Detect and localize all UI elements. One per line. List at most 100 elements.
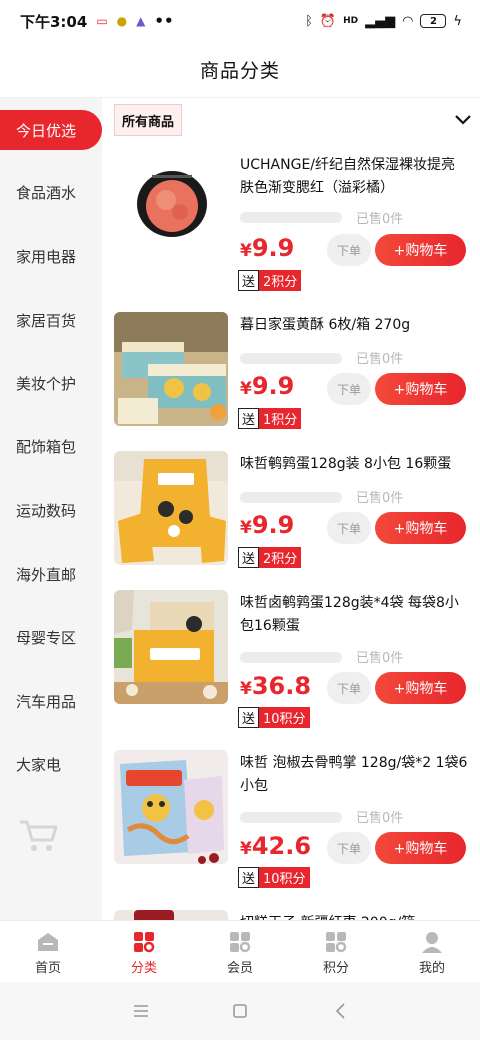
product-image [114,750,228,864]
home-icon [38,932,58,951]
nav-profile[interactable]: 我的 [384,921,480,983]
product-title: 切糕王子 新疆红枣 200g/箱 [240,912,468,920]
home-square-icon[interactable] [229,1000,251,1022]
price-value: 42.6 [251,832,312,860]
order-button[interactable]: 下单 [327,234,371,266]
price-value: 9.9 [251,234,295,262]
sidebar-item-auto[interactable]: 汽车用品 [0,669,102,733]
product-list: UCHANGE/纤纪自然保湿裸妆提亮肤色渐变腮红（溢彩橘） 已售0件 ¥9.9 … [102,148,480,920]
product-image [114,910,228,920]
points-prefix: 送 [238,867,260,888]
add-to-cart-button[interactable]: +购物车 [375,832,466,864]
points-badge: 送 10积分 [238,707,310,728]
product-card[interactable]: UCHANGE/纤纪自然保湿裸妆提亮肤色渐变腮红（溢彩橘） 已售0件 ¥9.9 … [102,148,480,308]
page-header: 商品分类 [0,42,480,98]
network-label: HD [343,16,359,26]
nav-points-label: 积分 [322,960,349,976]
product-title: UCHANGE/纤纪自然保湿裸妆提亮肤色渐变腮红（溢彩橘） [240,157,456,196]
price-currency: ¥ [240,518,252,538]
sold-count: 已售0件 [356,811,404,826]
back-icon[interactable] [330,1000,352,1022]
price-value: 9.9 [251,372,295,400]
filter-all-products[interactable]: 所有商品 [114,104,183,136]
system-nav-bar [0,982,480,1040]
product-title: 味哲卤鹌鹑蛋128g装*4袋 每袋8小包16颗蛋 [240,595,459,634]
add-to-cart-button[interactable]: +购物车 [375,512,466,544]
sold-progress [240,212,342,223]
add-to-cart-button[interactable]: +购物车 [375,373,466,405]
alarm-icon: ⏰ [319,13,337,29]
points-icon [326,931,347,952]
sold-count: 已售0件 [356,212,404,227]
profile-icon [422,931,442,953]
notification-icon: ▭ [96,14,108,28]
sidebar-item-home[interactable]: 家居百货 [0,288,102,352]
order-button[interactable]: 下单 [327,832,371,864]
sidebar-item-overseas[interactable]: 海外直邮 [0,542,102,606]
product-card[interactable]: 味哲鹌鹑蛋128g装 8小包 16颗蛋 已售0件 ¥9.9 下单 +购物车 送2… [102,449,480,609]
sidebar-item-accessories[interactable]: 配饰箱包 [0,414,102,478]
status-bar: 下午3:04 ▭ ● ▲ •• ᛒ ⏰ HD ▂▄▆ ◠ 2 ϟ [0,0,480,42]
product-price: ¥36.8 [240,672,311,700]
price-value: 36.8 [251,672,312,700]
points-value: 10积分 [259,707,310,728]
product-title: 味哲鹌鹑蛋128g装 8小包 16颗蛋 [240,456,452,472]
nav-home[interactable]: 首页 [0,921,96,983]
add-to-cart-button[interactable]: +购物车 [375,672,466,704]
sold-count: 已售0件 [356,491,404,506]
chevron-down-icon[interactable] [452,110,474,128]
more-dots-icon: •• [154,12,174,30]
sidebar-item-large-appliances[interactable]: 大家电 [0,732,102,796]
sidebar-item-food[interactable]: 食品酒水 [0,160,102,224]
sidebar-item-sports[interactable]: 运动数码 [0,478,102,542]
nav-profile-label: 我的 [418,960,445,976]
sidebar-item-appliances[interactable]: 家用电器 [0,224,102,288]
sold-progress [240,652,342,663]
cart-icon[interactable] [18,818,58,854]
order-button[interactable]: 下单 [327,512,371,544]
sold-progress [240,353,342,364]
wifi-icon: ◠ [402,13,414,29]
sidebar-item-beauty[interactable]: 美妆个护 [0,351,102,415]
product-image [114,148,228,250]
order-button[interactable]: 下单 [327,373,371,405]
menu-icon[interactable] [130,1000,152,1022]
points-value: 1积分 [259,408,302,429]
product-card[interactable]: 暮日家蛋黄酥 6枚/箱 270g 已售0件 ¥9.9 下单 +购物车 送 1积分 [102,310,480,470]
signal-icon: ▂▄▆ [365,13,396,29]
product-title: 暮日家蛋黄酥 6枚/箱 270g [240,317,411,333]
points-value: 2积分 [259,270,302,291]
product-price: ¥9.9 [240,511,294,539]
price-currency: ¥ [240,679,252,699]
sidebar-item-baby[interactable]: 母婴专区 [0,605,102,669]
points-badge: 送 2积分 [238,270,302,291]
bluetooth-icon: ᛒ [305,13,313,29]
nav-member-label: 会员 [226,960,253,976]
points-badge: 送 2积分 [238,547,302,568]
alert-icon: ▲ [136,14,146,28]
points-prefix: 送 [238,547,260,568]
member-icon [230,931,251,952]
add-to-cart-button[interactable]: +购物车 [375,234,466,266]
product-card[interactable]: 味哲 泡椒去骨鸭掌 128g/袋*2 1袋6小包 已售0件 ¥42.6 下单 +… [102,748,480,908]
price-currency: ¥ [240,379,252,399]
sidebar-item-today[interactable]: 今日优选 [0,110,102,150]
product-title: 味哲 泡椒去骨鸭掌 128g/袋*2 1袋6小包 [240,755,468,794]
price-currency: ¥ [240,839,252,859]
category-sidebar: 今日优选 食品酒水 家用电器 家居百货 美妆个护 配饰箱包 运动数码 海外直邮 … [0,98,102,920]
product-card[interactable]: 切糕王子 新疆红枣 200g/箱 [102,908,480,920]
points-value: 2积分 [259,547,302,568]
sold-progress [240,492,342,503]
order-button[interactable]: 下单 [327,672,371,704]
nav-member[interactable]: 会员 [192,921,288,983]
product-image [114,451,228,565]
product-price: ¥9.9 [240,372,294,400]
page-title: 商品分类 [199,60,280,82]
points-value: 10积分 [259,867,310,888]
nav-category[interactable]: 分类 [96,921,192,983]
bottom-nav: 首页 分类 会员 积分 我的 [0,920,480,982]
product-card[interactable]: 味哲卤鹌鹑蛋128g装*4袋 每袋8小包16颗蛋 已售0件 ¥36.8 下单 +… [102,588,480,748]
nav-points[interactable]: 积分 [288,921,384,983]
price-value: 9.9 [251,511,295,539]
sold-progress [240,812,342,823]
